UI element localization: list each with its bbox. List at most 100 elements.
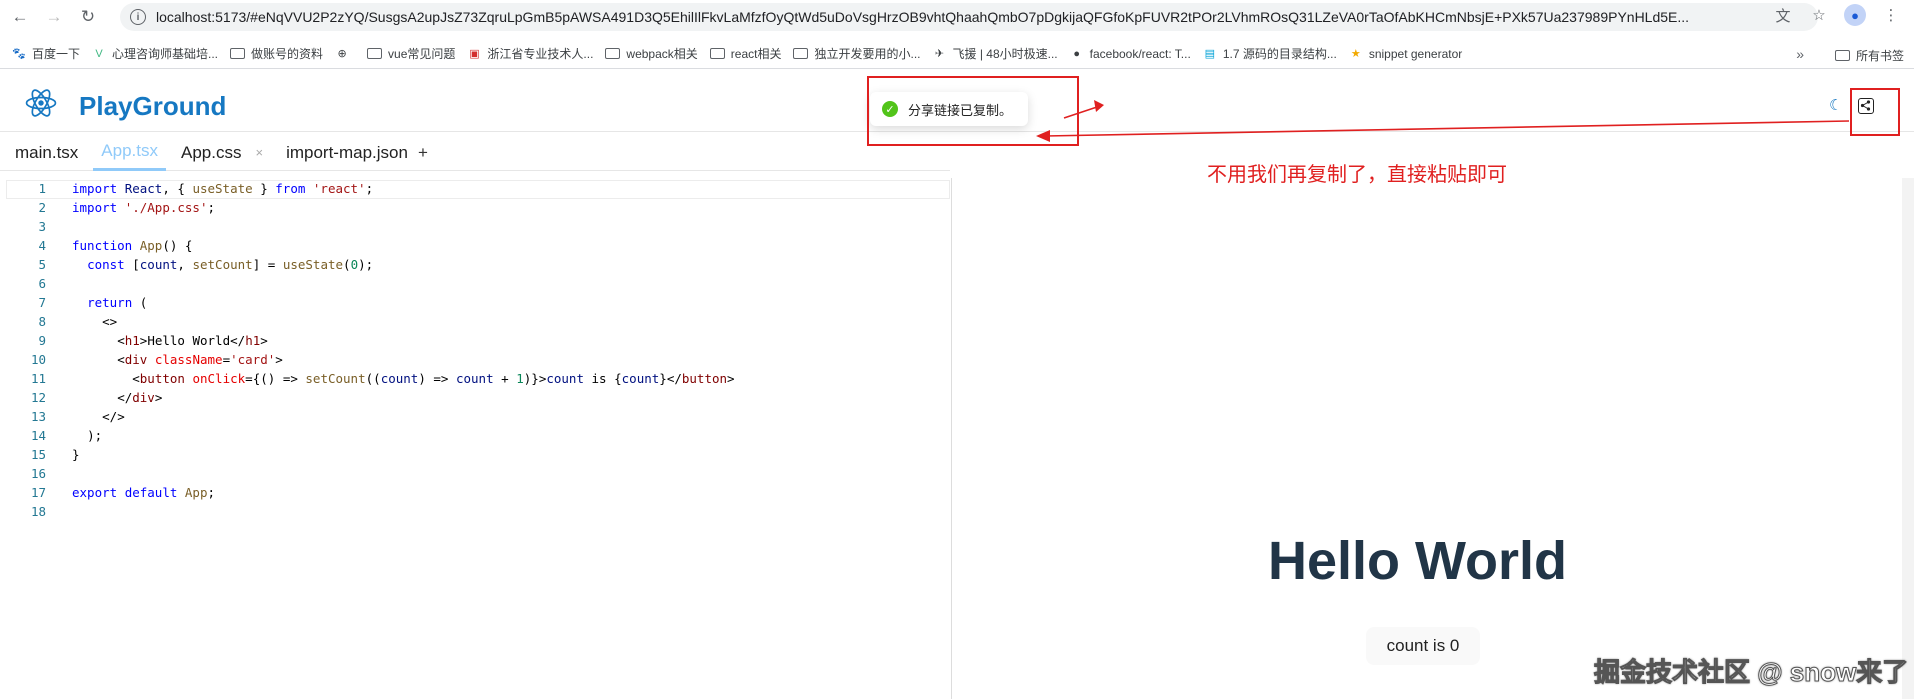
line-number: 16 [30,466,46,481]
line-number: 9 [38,333,46,348]
code-line[interactable]: } [72,447,80,462]
line-number: 13 [30,409,46,424]
bookmark-item[interactable]: 🐾 百度一下 [12,45,80,62]
star-icon: ★ [1350,48,1361,60]
bookmark-label: vue常见问题 [388,47,456,61]
menu-icon[interactable]: ⋮ [1880,4,1902,26]
folder-icon [367,48,383,59]
folder-icon [230,48,246,59]
tab-app-css[interactable]: App.css × [173,135,271,171]
line-number: 17 [30,485,46,500]
line-number: 18 [30,504,46,519]
bookmark-item[interactable]: V 心理咨询师基础培... [92,45,218,62]
bookmark-item[interactable]: ● facebook/react: T... [1070,47,1191,61]
code-line[interactable]: </div> [72,390,162,405]
bookmark-label: 1.7 源码的目录结构... [1222,47,1337,61]
bookmark-label: 飞援 | 48小时极速... [952,47,1058,61]
line-number: 6 [38,276,46,291]
forward-icon[interactable]: → [40,3,68,31]
bookmark-item[interactable]: 独立开发要用的小... [793,45,921,62]
code-line[interactable]: import './App.css'; [72,200,215,215]
browser-toolbar: ← → ↻ i localhost:5173/#eNqVVU2P2zYQ/Sus… [0,0,1914,34]
code-line[interactable]: <> [72,314,117,329]
code-line[interactable]: <h1>Hello World</h1> [72,333,268,348]
react-logo-icon [25,89,57,117]
vue-icon: V [95,47,103,60]
tab-label: App.css [181,142,242,162]
line-number: 15 [30,447,46,462]
bookmarks-bar: 🐾 百度一下 V 心理咨询师基础培... 做账号的资料 ⊕ vue常见问题 ▣ 浙江省专业技术人… [0,39,1914,69]
address-bar[interactable]: i localhost:5173/#eNqVVU2P2zYQ/SusgsA2up… [120,3,1818,31]
folder-icon [793,48,809,59]
bookmark-label: react相关 [730,47,782,61]
code-line[interactable]: export default App; [72,485,215,500]
line-number: 14 [30,428,46,443]
all-bookmarks[interactable]: 所有书签 [1834,47,1904,64]
line-number: 12 [30,390,46,405]
bookmark-label: 做账号的资料 [251,47,324,61]
bookmark-item[interactable]: ▣ 浙江省专业技术人... [467,45,593,62]
vertical-scrollbar[interactable] [1902,178,1914,699]
tab-main-tsx[interactable]: main.tsx [7,135,86,171]
reload-icon[interactable]: ↻ [74,3,102,31]
chevron-right-icon[interactable]: » [1796,46,1804,62]
tab-import-map[interactable]: import-map.json + [278,135,436,171]
preview-pane [952,178,1914,699]
watermark: 掘金技术社区 @ snow来了 [1593,657,1909,688]
bookmark-label: webpack相关 [626,47,698,61]
tab-app-tsx[interactable]: App.tsx [93,135,166,171]
app-title: PlayGround [79,91,227,121]
line-number: 5 [38,257,46,272]
tab-label: import-map.json [286,142,408,162]
bookmark-item[interactable]: webpack相关 [605,45,698,62]
bookmark-label: 百度一下 [32,47,81,61]
all-bookmarks-label: 所有书签 [1855,49,1904,63]
star-icon[interactable]: ☆ [1808,4,1830,26]
bookmark-item[interactable]: ★ snippet generator [1349,47,1462,61]
code-line[interactable]: ); [72,428,102,443]
bookmark-label: facebook/react: T... [1089,46,1191,61]
bookmark-item[interactable]: ▤ 1.7 源码的目录结构... [1203,45,1337,62]
code-line[interactable]: </> [72,409,125,424]
paw-icon: 🐾 [12,48,26,60]
code-line[interactable]: return ( [72,295,147,310]
file-tabs: main.tsx App.tsx App.css × import-map.jso… [0,135,950,171]
github-icon: ● [1073,47,1080,60]
line-number: 11 [30,371,46,386]
bookmark-label: snippet generator [1368,46,1463,61]
url-text[interactable]: localhost:5173/#eNqVVU2P2zYQ/SusgsA2upJs… [156,9,1756,25]
code-line[interactable]: <button onClick={() => setCount((count) … [72,371,734,386]
bilibili-icon: ▤ [1204,48,1216,60]
back-icon[interactable]: ← [6,3,34,31]
bookmark-item[interactable]: ⊕ [335,47,355,61]
bookmark-item[interactable]: react相关 [709,45,782,62]
profile-icon[interactable]: ● [1844,4,1866,26]
bookmark-item[interactable]: 做账号的资料 [230,45,323,62]
code-line[interactable]: <div className='card'> [72,352,283,367]
bookmark-label: 独立开发要用的小... [814,47,921,61]
code-editor[interactable]: 1 import React, { useState } from 'react'… [0,178,950,699]
add-tab-button[interactable]: + [418,143,428,163]
count-button[interactable]: count is 0 [1366,627,1480,665]
folder-icon [709,48,725,59]
close-icon[interactable]: × [255,145,263,160]
code-line[interactable]: import React, { useState } from 'react'; [72,181,373,196]
annotation-box-toast [867,76,1079,146]
moon-icon[interactable]: ☾ [1829,96,1845,114]
annotation-text: 不用我们再复制了，直接粘贴即可 [1207,162,1507,186]
line-number: 2 [38,200,46,215]
annotation-box-share [1850,88,1900,136]
translate-icon[interactable]: 文 [1772,4,1794,26]
line-number: 8 [38,314,46,329]
line-number: 1 [38,181,46,196]
bookmark-label: 浙江省专业技术人... [487,47,594,61]
bookmark-item[interactable]: ✈ 飞援 | 48小时极速... [933,45,1058,62]
tab-label: main.tsx [15,142,79,162]
bookmark-label: 心理咨询师基础培... [112,47,219,61]
preview-heading: Hello World [1268,531,1568,591]
code-line[interactable]: const [count, setCount] = useState(0); [72,257,373,272]
tab-label: App.tsx [101,141,158,160]
code-line[interactable]: function App() { [72,238,192,253]
site-info-icon[interactable]: i [130,9,146,25]
bookmark-item[interactable]: vue常见问题 [367,45,455,62]
